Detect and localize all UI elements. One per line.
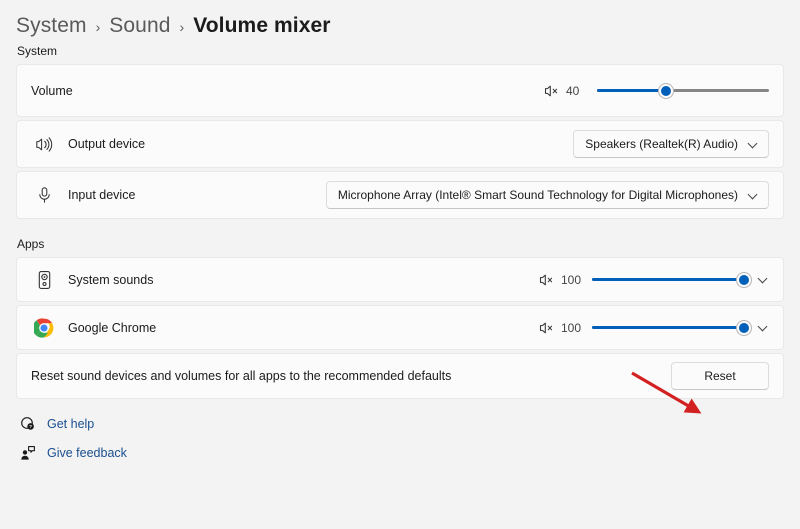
input-device-label: Input device: [68, 188, 135, 202]
microphone-icon: [31, 186, 57, 204]
app-name-system-sounds: System sounds: [68, 273, 153, 287]
app-row-google-chrome[interactable]: Google Chrome 100: [16, 305, 784, 350]
footer-links: ? Get help Give feedback: [0, 402, 800, 461]
get-help-icon: ?: [17, 416, 39, 432]
apps-card-group: System sounds 100: [0, 257, 800, 399]
volume-slider[interactable]: [597, 82, 769, 100]
output-device-label: Output device: [68, 137, 145, 151]
slider-fill: [592, 278, 744, 281]
breadcrumb-item-system[interactable]: System: [16, 14, 87, 38]
get-help-link[interactable]: ? Get help: [17, 416, 147, 432]
breadcrumb-item-sound[interactable]: Sound: [109, 14, 170, 38]
slider-fill: [592, 326, 744, 329]
speaker-mute-icon[interactable]: [539, 273, 554, 287]
slider-thumb[interactable]: [659, 84, 673, 98]
give-feedback-icon: [17, 445, 39, 461]
app-volume-value-system-sounds: 100: [561, 273, 587, 287]
output-device-row: Output device Speakers (Realtek(R) Audio…: [16, 120, 784, 168]
chevron-down-icon: [748, 139, 759, 150]
reset-button[interactable]: Reset: [671, 362, 769, 390]
app-volume-block-system-sounds: 100: [539, 271, 744, 289]
app-volume-block-google-chrome: 100: [539, 319, 744, 337]
slider-fill: [597, 89, 666, 92]
speaker-mute-icon[interactable]: [544, 84, 559, 98]
input-device-row: Input device Microphone Array (Intel® Sm…: [16, 171, 784, 219]
slider-thumb[interactable]: [737, 273, 751, 287]
app-row-system-sounds[interactable]: System sounds 100: [16, 257, 784, 302]
system-sounds-speaker-icon: [31, 270, 57, 290]
app-volume-slider-google-chrome[interactable]: [592, 319, 744, 337]
reset-row: Reset sound devices and volumes for all …: [16, 353, 784, 399]
breadcrumb-separator-icon: ›: [96, 19, 101, 35]
give-feedback-link[interactable]: Give feedback: [17, 445, 147, 461]
google-chrome-icon: [31, 318, 57, 338]
slider-thumb[interactable]: [737, 321, 751, 335]
chevron-down-icon[interactable]: [758, 274, 769, 285]
chevron-down-icon[interactable]: [758, 322, 769, 333]
get-help-label: Get help: [47, 417, 94, 431]
give-feedback-label: Give feedback: [47, 446, 127, 460]
volume-row: Volume 40: [16, 64, 784, 117]
system-card-group: Volume 40: [0, 64, 800, 219]
section-title-apps: Apps: [17, 237, 800, 251]
section-title-system: System: [17, 44, 800, 58]
speaker-waves-icon: [31, 136, 57, 153]
input-device-dropdown[interactable]: Microphone Array (Intel® Smart Sound Tec…: [326, 181, 769, 209]
speaker-mute-icon[interactable]: [539, 321, 554, 335]
input-device-value: Microphone Array (Intel® Smart Sound Tec…: [338, 188, 738, 202]
app-volume-slider-system-sounds[interactable]: [592, 271, 744, 289]
breadcrumb: System › Sound › Volume mixer: [0, 0, 800, 44]
volume-value: 40: [566, 84, 592, 98]
app-name-google-chrome: Google Chrome: [68, 321, 156, 335]
volume-slider-block: 40: [544, 82, 769, 100]
page-title: Volume mixer: [193, 14, 330, 38]
output-device-value: Speakers (Realtek(R) Audio): [585, 137, 738, 151]
svg-text:?: ?: [29, 424, 32, 429]
output-device-dropdown[interactable]: Speakers (Realtek(R) Audio): [573, 130, 769, 158]
reset-description: Reset sound devices and volumes for all …: [31, 369, 451, 383]
volume-label: Volume: [31, 84, 73, 98]
breadcrumb-separator-icon: ›: [180, 19, 185, 35]
app-volume-value-google-chrome: 100: [561, 321, 587, 335]
chevron-down-icon: [748, 190, 759, 201]
